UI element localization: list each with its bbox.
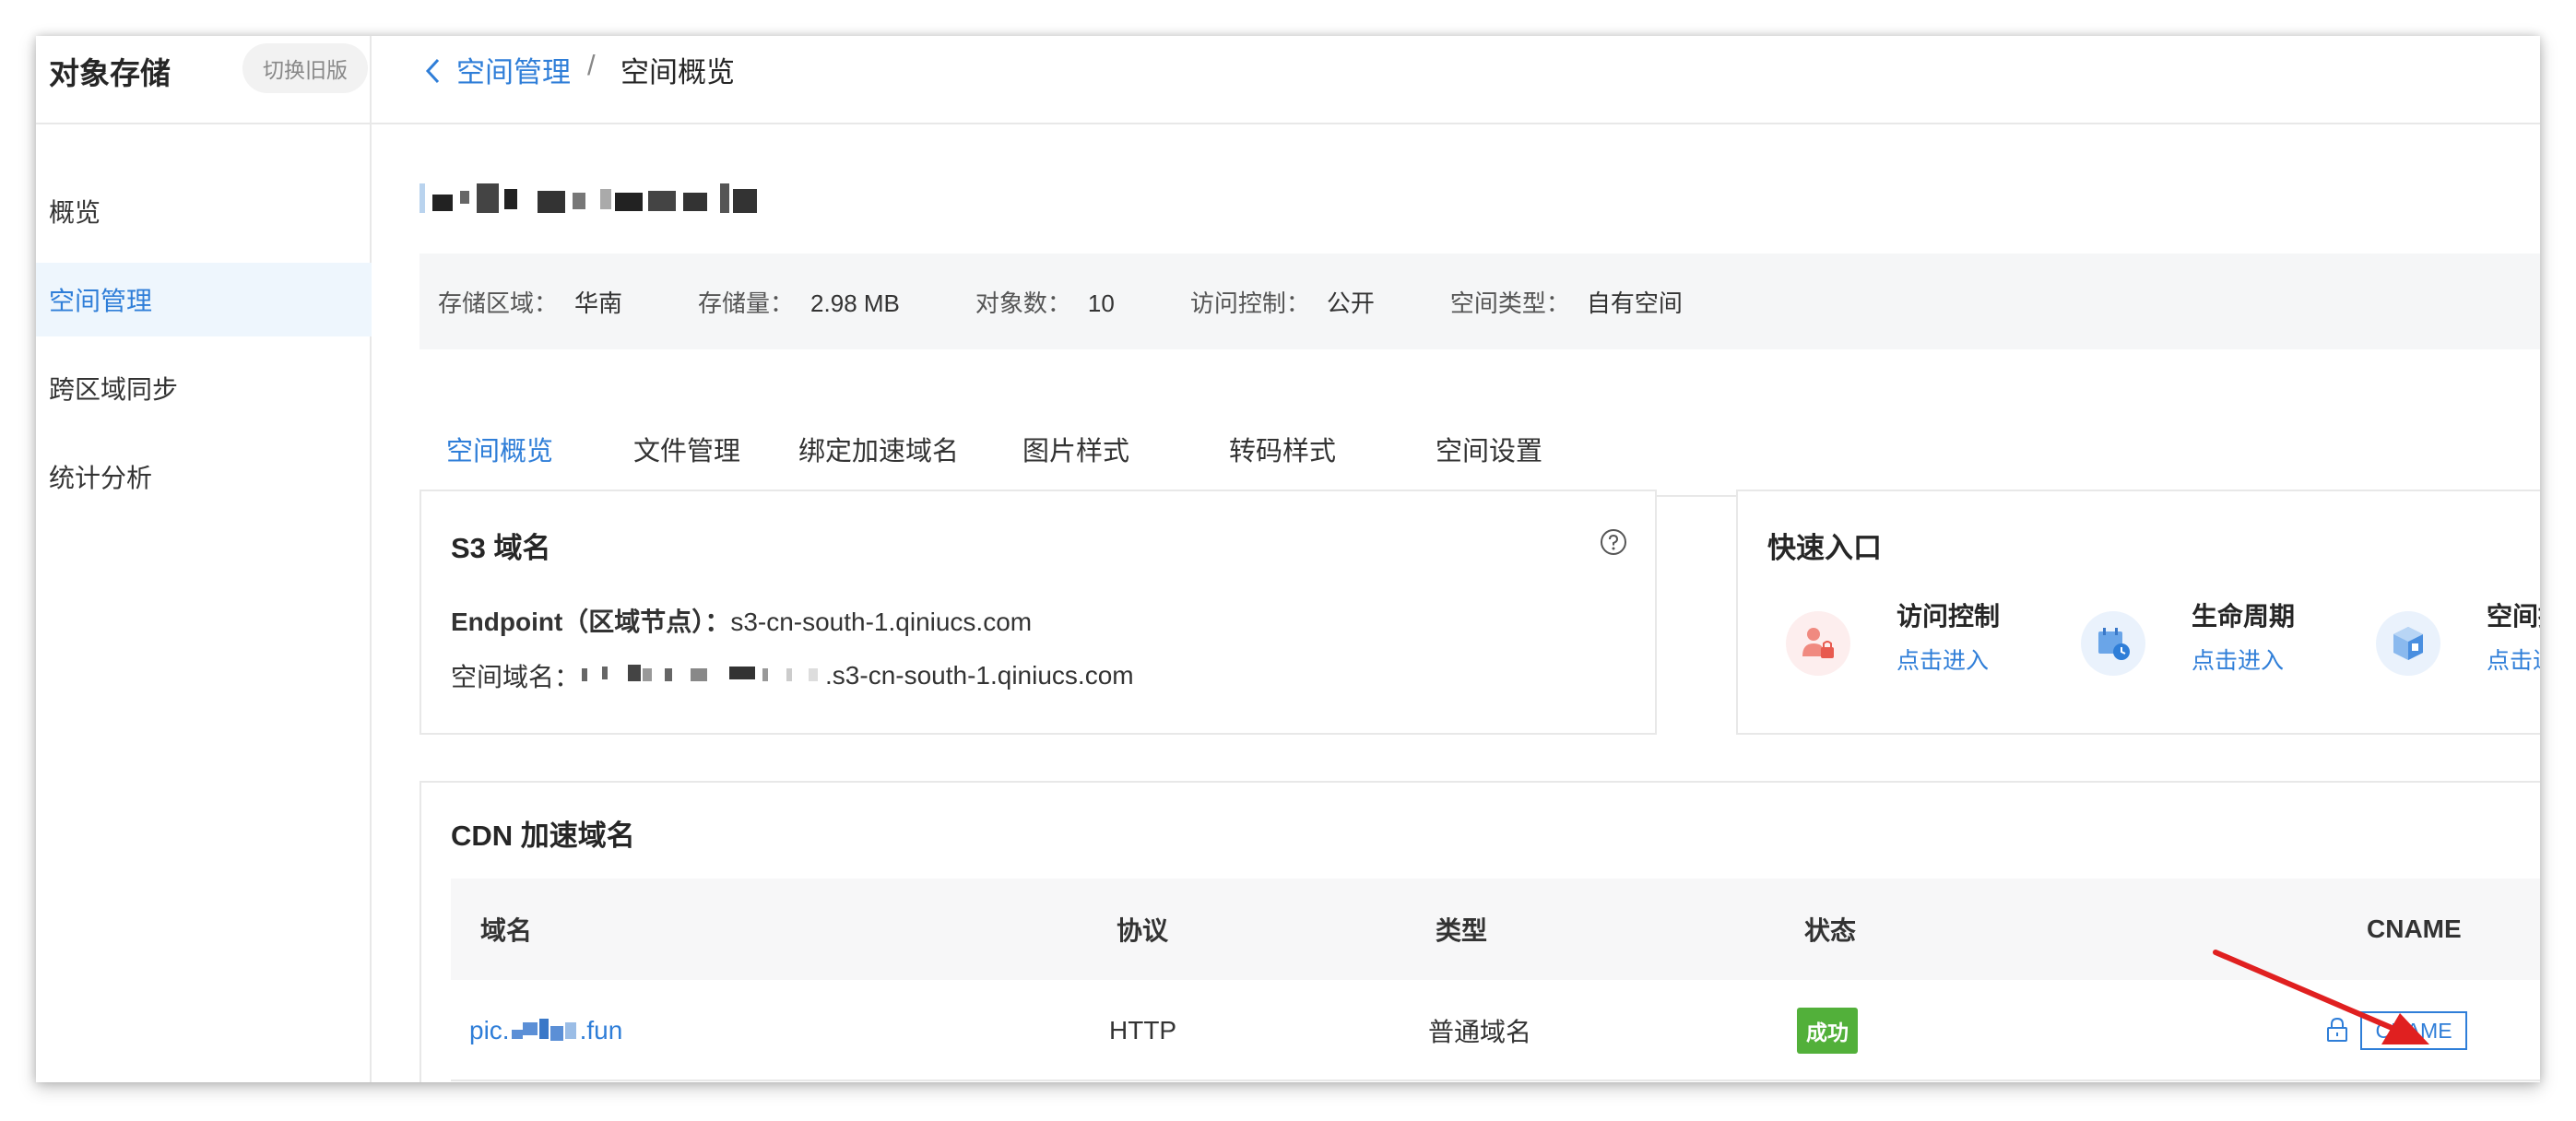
console-window: 对象存储 切换旧版 概览 空间管理 跨区域同步 统计分析 空间管理 / 空间概览 [36,36,2540,1082]
breadcrumb-separator: / [587,49,596,81]
cell-protocol: HTTP [1109,1016,1177,1044]
quick-item-space-authorization[interactable]: 空间授 点击进入 [2357,596,2540,698]
quick-entry-title: 快速入口 [1767,532,1882,564]
annotation-arrow-icon [2213,950,2429,1044]
s3-endpoint-label: Endpoint（区域节点）： [451,608,731,636]
tab-bar: 空间概览 文件管理 绑定加速域名 图片样式 转码样式 空间设置 [419,401,2540,499]
quick-item-lifecycle[interactable]: 生命周期 点击进入 [2062,596,2339,698]
quick-entry-card: 快速入口 访问控制 点击进入 生命周期 点击进入 空间 点击 [1736,490,2540,735]
domain-prefix: pic. [469,1016,510,1044]
tab-file-management[interactable]: 文件管理 [632,401,742,497]
info-type-label: 空间类型： [1449,289,1570,317]
s3-space-domain-row: 空间域名： .s3-cn-south-1.qiniucs.com [451,657,1134,694]
sidebar-item-cross-region-sync[interactable]: 跨区域同步 [36,351,372,425]
s3-space-domain-suffix: .s3-cn-south-1.qiniucs.com [825,661,1134,690]
cell-type: 普通域名 [1428,1018,1532,1046]
bucket-name-redacted [419,176,770,220]
tab-bind-domain[interactable]: 绑定加速域名 [796,401,962,497]
bucket-info-bar: 存储区域： 华南 存储量： 2.98 MB 对象数： 10 访问控制： 公开 空间类型：… [419,254,2540,349]
s3-space-domain-label: 空间域名： [451,663,581,691]
switch-old-version-button[interactable]: 切换旧版 [242,43,368,93]
tab-space-overview[interactable]: 空间概览 [419,401,580,499]
breadcrumb: 空间管理 / 空间概览 [372,36,2540,124]
column-header-status: 状态 [1804,916,1857,945]
s3-domain-card: S3 域名 Endpoint（区域节点）：s3-cn-south-1.qiniu… [419,490,1657,735]
quick-item-link[interactable]: 点击进入 [1897,643,1989,676]
cell-status: 成功 [1797,980,1858,1081]
info-region-label: 存储区域： [438,289,559,317]
sidebar-item-space-management[interactable]: 空间管理 [36,263,372,336]
calendar-clock-icon [2081,611,2145,676]
sidebar-item-statistics[interactable]: 统计分析 [36,440,372,513]
s3-endpoint-value: s3-cn-south-1.qiniucs.com [730,608,1033,636]
cdn-domain-link[interactable]: pic. .fun [469,1016,622,1045]
info-storage-value: 2.98 MB [810,289,900,317]
info-region: 存储区域： 华南 [438,285,622,319]
quick-item-label: 生命周期 [2192,602,2296,631]
breadcrumb-parent-link[interactable]: 空间管理 [456,49,571,90]
quick-item-link[interactable]: 点击进入 [2487,643,2540,676]
breadcrumb-current: 空间概览 [620,56,735,88]
redacted-domain [511,1019,578,1043]
tab-space-settings[interactable]: 空间设置 [1434,401,1544,497]
sidebar: 对象存储 切换旧版 概览 空间管理 跨区域同步 统计分析 [36,36,372,1082]
info-objects: 对象数： 10 [975,285,1115,319]
tab-image-style[interactable]: 图片样式 [1021,401,1131,497]
info-type-value: 自有空间 [1586,289,1683,317]
status-badge: 成功 [1797,1008,1858,1054]
sidebar-item-overview[interactable]: 概览 [36,174,372,248]
info-storage-label: 存储量： [698,289,795,317]
sidebar-header: 对象存储 切换旧版 [36,36,370,124]
column-header-domain: 域名 [480,916,533,945]
help-icon[interactable] [1600,528,1627,556]
info-access-value: 公开 [1326,289,1375,317]
info-objects-value: 10 [1087,289,1115,317]
s3-card-title: S3 域名 [451,532,551,564]
info-type: 空间类型： 自有空间 [1450,285,1683,319]
cdn-card-title: CDN 加速域名 [451,820,635,852]
chevron-left-icon[interactable] [419,54,447,88]
quick-item-label: 访问控制 [1897,602,2001,631]
quick-item-label: 空间授 [2487,602,2540,631]
redacted-bucket-name [582,665,823,687]
column-header-type: 类型 [1436,916,1488,945]
info-objects-label: 对象数： [975,289,1071,317]
app-title: 对象存储 [49,56,171,90]
tab-transcode-style[interactable]: 转码样式 [1227,401,1338,497]
access-control-icon [1786,611,1850,676]
cube-icon [2376,611,2440,676]
info-access-label: 访问控制： [1189,289,1310,317]
info-storage: 存储量： 2.98 MB [698,285,900,319]
quick-item-access-control[interactable]: 访问控制 点击进入 [1767,596,2044,698]
info-region-value: 华南 [574,289,623,317]
s3-endpoint-row: Endpoint（区域节点）：s3-cn-south-1.qiniucs.com [451,602,1032,639]
column-header-protocol: 协议 [1117,916,1169,945]
cell-domain: pic. .fun [469,980,622,1081]
domain-suffix: .fun [579,1016,623,1044]
main-content: 空间管理 / 空间概览 存储区域： 华南 存储量： 2.98 MB 对象数： 1… [372,36,2540,1082]
info-access: 访问控制： 公开 [1190,285,1375,319]
quick-item-link[interactable]: 点击进入 [2192,643,2284,676]
